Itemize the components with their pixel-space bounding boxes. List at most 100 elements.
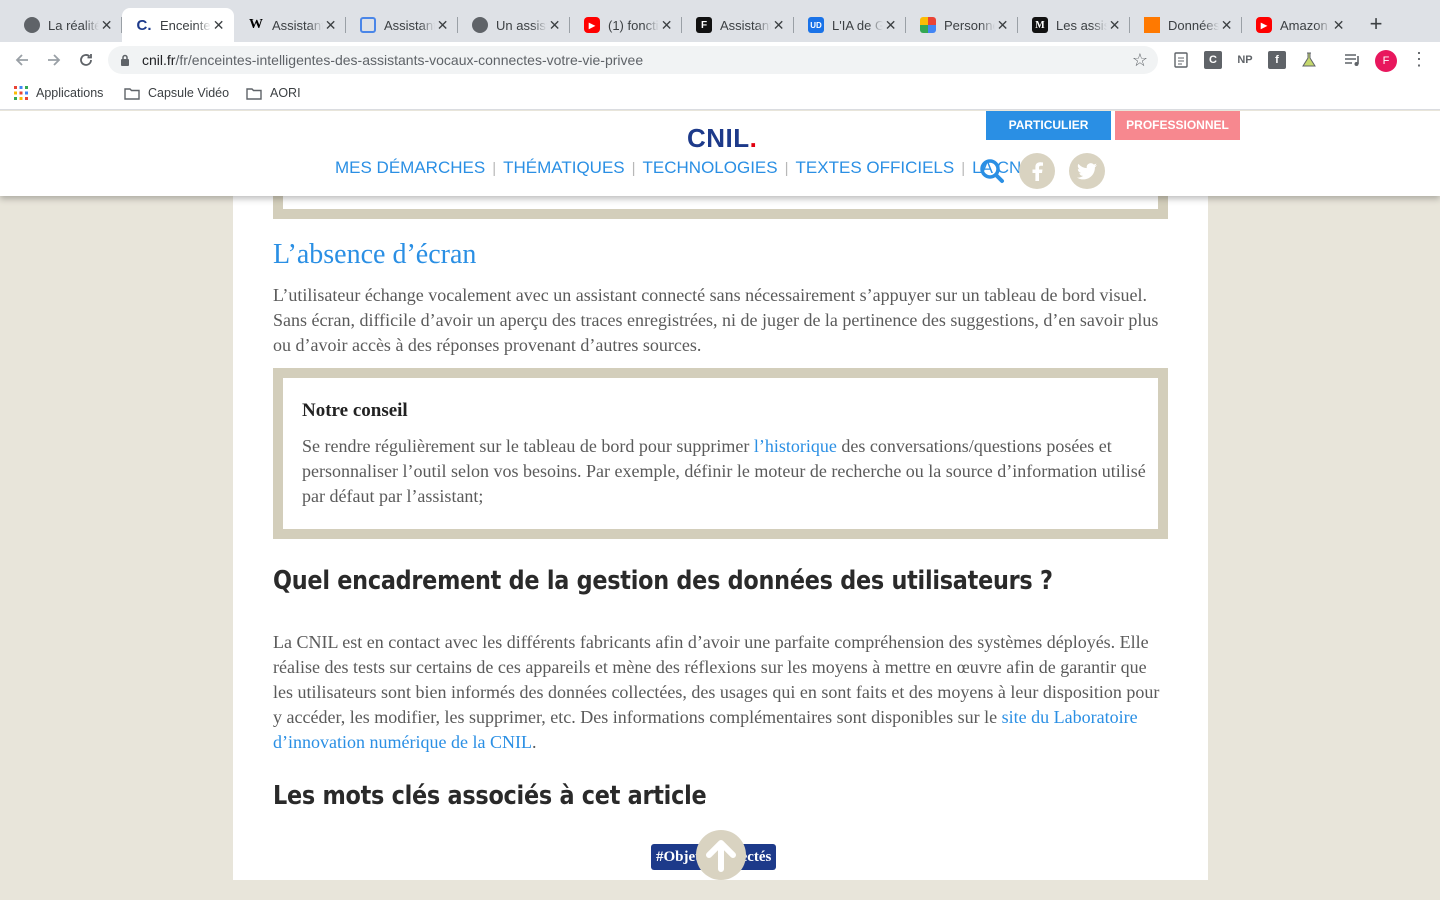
nav-technologies[interactable]: TECHNOLOGIES <box>643 158 778 178</box>
twitter-button[interactable] <box>1069 153 1105 189</box>
close-tab-icon[interactable]: ✕ <box>323 17 338 34</box>
close-tab-icon[interactable]: ✕ <box>1331 17 1346 34</box>
tab-title: Un assistant <box>496 17 547 33</box>
ud-icon: UD <box>808 17 824 33</box>
tab-title: L'IA de G <box>832 17 884 33</box>
pinwheel-icon <box>920 17 936 33</box>
playlist-icon[interactable] <box>1344 51 1362 69</box>
facebook-icon <box>1032 162 1043 181</box>
tab-8[interactable]: UD L'IA de G ✕ <box>794 8 906 42</box>
close-tab-icon[interactable]: ✕ <box>547 17 562 34</box>
address-bar[interactable]: cnil.fr/fr/enceintes-intelligentes-des-a… <box>108 46 1158 74</box>
bookmark-applications[interactable]: Applications <box>14 86 103 100</box>
flask-icon[interactable] <box>1300 51 1318 69</box>
profile-avatar[interactable]: F <box>1375 50 1397 72</box>
tab-5[interactable]: Un assistant ✕ <box>458 8 570 42</box>
page-viewport: CNIL. PARTICULIER PROFESSIONNEL MES DÉMA… <box>0 111 1440 900</box>
close-tab-icon[interactable]: ✕ <box>771 17 786 34</box>
tab-3[interactable]: W Assistant ✕ <box>234 8 346 42</box>
globe-icon <box>472 17 488 33</box>
tab-strip: La réalité ✕ C. Enceintes ✕ W Assistant … <box>0 0 1440 42</box>
new-tab-button[interactable]: + <box>1366 12 1386 36</box>
close-tab-icon[interactable]: ✕ <box>659 17 674 34</box>
tab-4[interactable]: Assistant ✕ <box>346 8 458 42</box>
twitter-icon <box>1077 162 1097 179</box>
site-header: CNIL. PARTICULIER PROFESSIONNEL MES DÉMA… <box>0 111 1440 196</box>
cnil-icon: C. <box>136 16 152 34</box>
heading-mots-cles: Les mots clés associés à cet article <box>273 781 707 811</box>
facebook-button[interactable] <box>1019 153 1055 189</box>
close-tab-icon[interactable]: ✕ <box>211 17 226 34</box>
forward-button[interactable] <box>42 48 66 72</box>
tab-6[interactable]: ▶ (1) fonctions ✕ <box>570 8 682 42</box>
bookmarks-bar: Applications Capsule Vidéo AORI <box>0 78 1440 110</box>
extension-c-icon[interactable]: C <box>1204 51 1222 69</box>
close-tab-icon[interactable]: ✕ <box>1219 17 1234 34</box>
tab-title: La réalité <box>48 17 100 33</box>
tab-2-active[interactable]: C. Enceintes ✕ <box>122 8 234 42</box>
tab-title: Les assistants <box>1056 17 1108 33</box>
back-button[interactable] <box>10 48 34 72</box>
tab-9[interactable]: Personnel ✕ <box>906 8 1018 42</box>
main-nav: MES DÉMARCHES | THÉMATIQUES | TECHNOLOGI… <box>335 158 1046 178</box>
close-tab-icon[interactable]: ✕ <box>995 17 1010 34</box>
globe-icon <box>24 17 40 33</box>
page-icon[interactable] <box>1172 51 1190 69</box>
bookmark-capsule-video[interactable]: Capsule Vidéo <box>124 86 229 100</box>
tab-title: Enceintes <box>160 17 211 33</box>
extension-np-icon[interactable]: NP <box>1236 51 1254 69</box>
nav-textes-officiels[interactable]: TEXTES OFFICIELS <box>796 158 955 178</box>
historique-link[interactable]: l’historique <box>754 436 837 456</box>
close-tab-icon[interactable]: ✕ <box>1107 17 1122 34</box>
bookmark-label: Applications <box>36 86 104 100</box>
close-tab-icon[interactable]: ✕ <box>99 17 114 34</box>
cnil-logo[interactable]: CNIL. <box>687 123 757 154</box>
lock-icon <box>121 54 129 66</box>
advice-text: Se rendre régulièrement sur le tableau d… <box>302 436 1146 506</box>
tab-1[interactable]: La réalité ✕ <box>10 8 122 42</box>
paragraph-absence-ecran: L’utilisateur échange vocalement avec un… <box>273 285 1159 355</box>
back-to-top-button[interactable] <box>696 830 746 880</box>
doc-icon <box>360 17 376 33</box>
tab-12[interactable]: ▶ Amazon ✕ <box>1242 8 1354 42</box>
nav-mes-demarches[interactable]: MES DÉMARCHES <box>335 158 485 178</box>
folder-icon <box>124 87 140 100</box>
menu-kebab-icon[interactable]: ⋮ <box>1410 50 1428 68</box>
tab-title: Assistant <box>384 17 436 33</box>
heading-encadrement: Quel encadrement de la gestion des donné… <box>273 566 1053 596</box>
paragraph-encadrement: La CNIL est en contact avec les différen… <box>273 632 1160 752</box>
arrow-right-icon <box>48 54 61 66</box>
tab-title: (1) fonctions <box>608 17 659 33</box>
tab-title: Assistant <box>272 17 324 33</box>
tab-title: Personnel <box>944 17 995 33</box>
particulier-button[interactable]: PARTICULIER <box>986 111 1111 140</box>
folder-icon <box>246 87 262 100</box>
tab-11[interactable]: Données ✕ <box>1130 8 1242 42</box>
facebook-extension-icon[interactable]: f <box>1268 51 1286 69</box>
youtube-icon: ▶ <box>1256 17 1272 33</box>
bookmark-label: Capsule Vidéo <box>148 86 230 100</box>
url-text: cnil.fr/fr/enceintes-intelligentes-des-a… <box>142 52 644 68</box>
reload-icon <box>80 54 92 66</box>
close-tab-icon[interactable]: ✕ <box>435 17 450 34</box>
f-icon: F <box>696 17 712 33</box>
professionnel-button[interactable]: PROFESSIONNEL <box>1115 111 1240 140</box>
lemonde-icon: M <box>1032 17 1048 33</box>
tab-title: Amazon <box>1280 17 1328 33</box>
tab-7[interactable]: F Assistant ✕ <box>682 8 794 42</box>
apps-grid-icon <box>14 86 28 100</box>
nav-thematiques[interactable]: THÉMATIQUES <box>503 158 625 178</box>
search-button[interactable] <box>979 158 1005 184</box>
bookmark-aori[interactable]: AORI <box>246 86 301 100</box>
tab-title: Données <box>1168 17 1220 33</box>
close-tab-icon[interactable]: ✕ <box>883 17 898 34</box>
orange-icon <box>1144 17 1160 33</box>
search-icon <box>980 159 1004 183</box>
heading-absence-ecran: L’absence d’écran <box>273 239 477 270</box>
browser-toolbar: cnil.fr/fr/enceintes-intelligentes-des-a… <box>0 42 1440 78</box>
arrow-up-icon <box>706 840 736 872</box>
reload-button[interactable] <box>74 48 98 72</box>
bookmark-star-icon[interactable]: ☆ <box>1132 50 1148 71</box>
advice-title: Notre conseil <box>302 400 408 421</box>
tab-10[interactable]: M Les assistants ✕ <box>1018 8 1130 42</box>
